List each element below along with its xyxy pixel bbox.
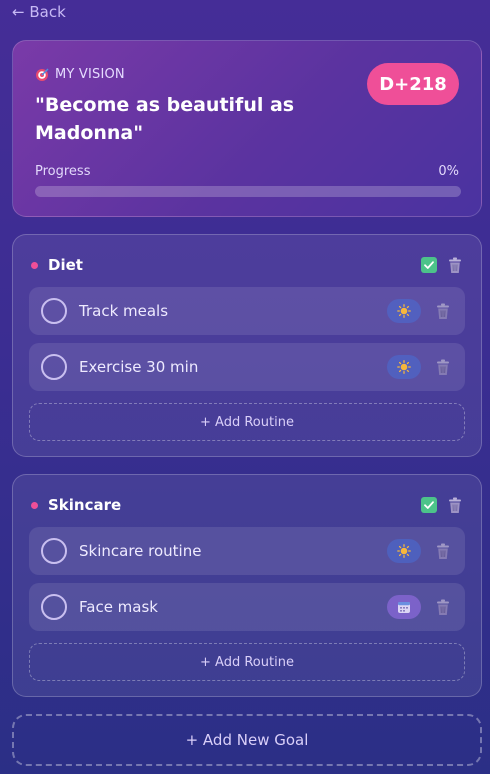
routine-name: Skincare routine [79,542,202,560]
delete-routine-trash-icon[interactable] [435,359,451,376]
add-new-goal-button[interactable]: + Add New Goal [12,714,482,766]
routine-time-pill[interactable] [387,595,421,619]
goal-card-diet: Diet Track meals Exercise 30 min + Add R… [12,234,482,457]
routine-time-pill[interactable] [387,539,421,563]
routine-actions [387,595,465,619]
goal-card-skincare: Skincare Skincare routine Face mask + Ad… [12,474,482,697]
calendar-icon [398,602,410,613]
vision-title: "Become as beautiful as Madonna" [35,94,295,144]
goal-actions [421,497,463,514]
vision-label-row: MY VISION [35,67,125,82]
progress-bar [35,186,461,197]
routine-item: Skincare routine [29,527,465,575]
delete-routine-trash-icon[interactable] [435,303,451,320]
routine-checkbox[interactable] [41,298,67,324]
routine-item: Exercise 30 min [29,343,465,391]
routine-checkbox[interactable] [41,594,67,620]
progress-label: Progress [35,164,91,179]
sun-icon [397,544,411,558]
routine-name: Track meals [79,302,169,320]
routine-actions [387,539,465,563]
delete-goal-trash-icon[interactable] [447,257,463,274]
add-routine-button[interactable]: + Add Routine [29,643,465,681]
delete-routine-trash-icon[interactable] [435,599,451,616]
dart-icon [36,68,49,81]
routine-time-pill[interactable] [387,299,421,323]
vision-label: MY VISION [55,67,125,82]
goal-title: Diet [48,256,83,274]
progress-percent: 0% [438,164,459,179]
goal-dot-icon [31,261,38,269]
complete-check-icon[interactable] [421,497,437,513]
goal-title: Skincare [48,496,122,514]
routine-name: Exercise 30 min [79,358,199,376]
routine-actions [387,299,465,323]
routine-checkbox[interactable] [41,538,67,564]
vision-card: MY VISION D+218 "Become as beautiful as … [12,40,482,217]
back-button[interactable]: ← Back [12,3,66,21]
add-routine-button[interactable]: + Add Routine [29,403,465,441]
routine-actions [387,355,465,379]
goal-header: Skincare [31,495,463,515]
routine-item: Face mask [29,583,465,631]
routine-item: Track meals [29,287,465,335]
routine-checkbox[interactable] [41,354,67,380]
goal-dot-icon [31,501,38,509]
goal-actions [421,257,463,274]
routine-name: Face mask [79,598,158,616]
routine-time-pill[interactable] [387,355,421,379]
delete-routine-trash-icon[interactable] [435,543,451,560]
sun-icon [397,360,411,374]
delete-goal-trash-icon[interactable] [447,497,463,514]
sun-icon [397,304,411,318]
day-count-badge: D+218 [367,63,459,105]
complete-check-icon[interactable] [421,257,437,273]
goal-header: Diet [31,255,463,275]
